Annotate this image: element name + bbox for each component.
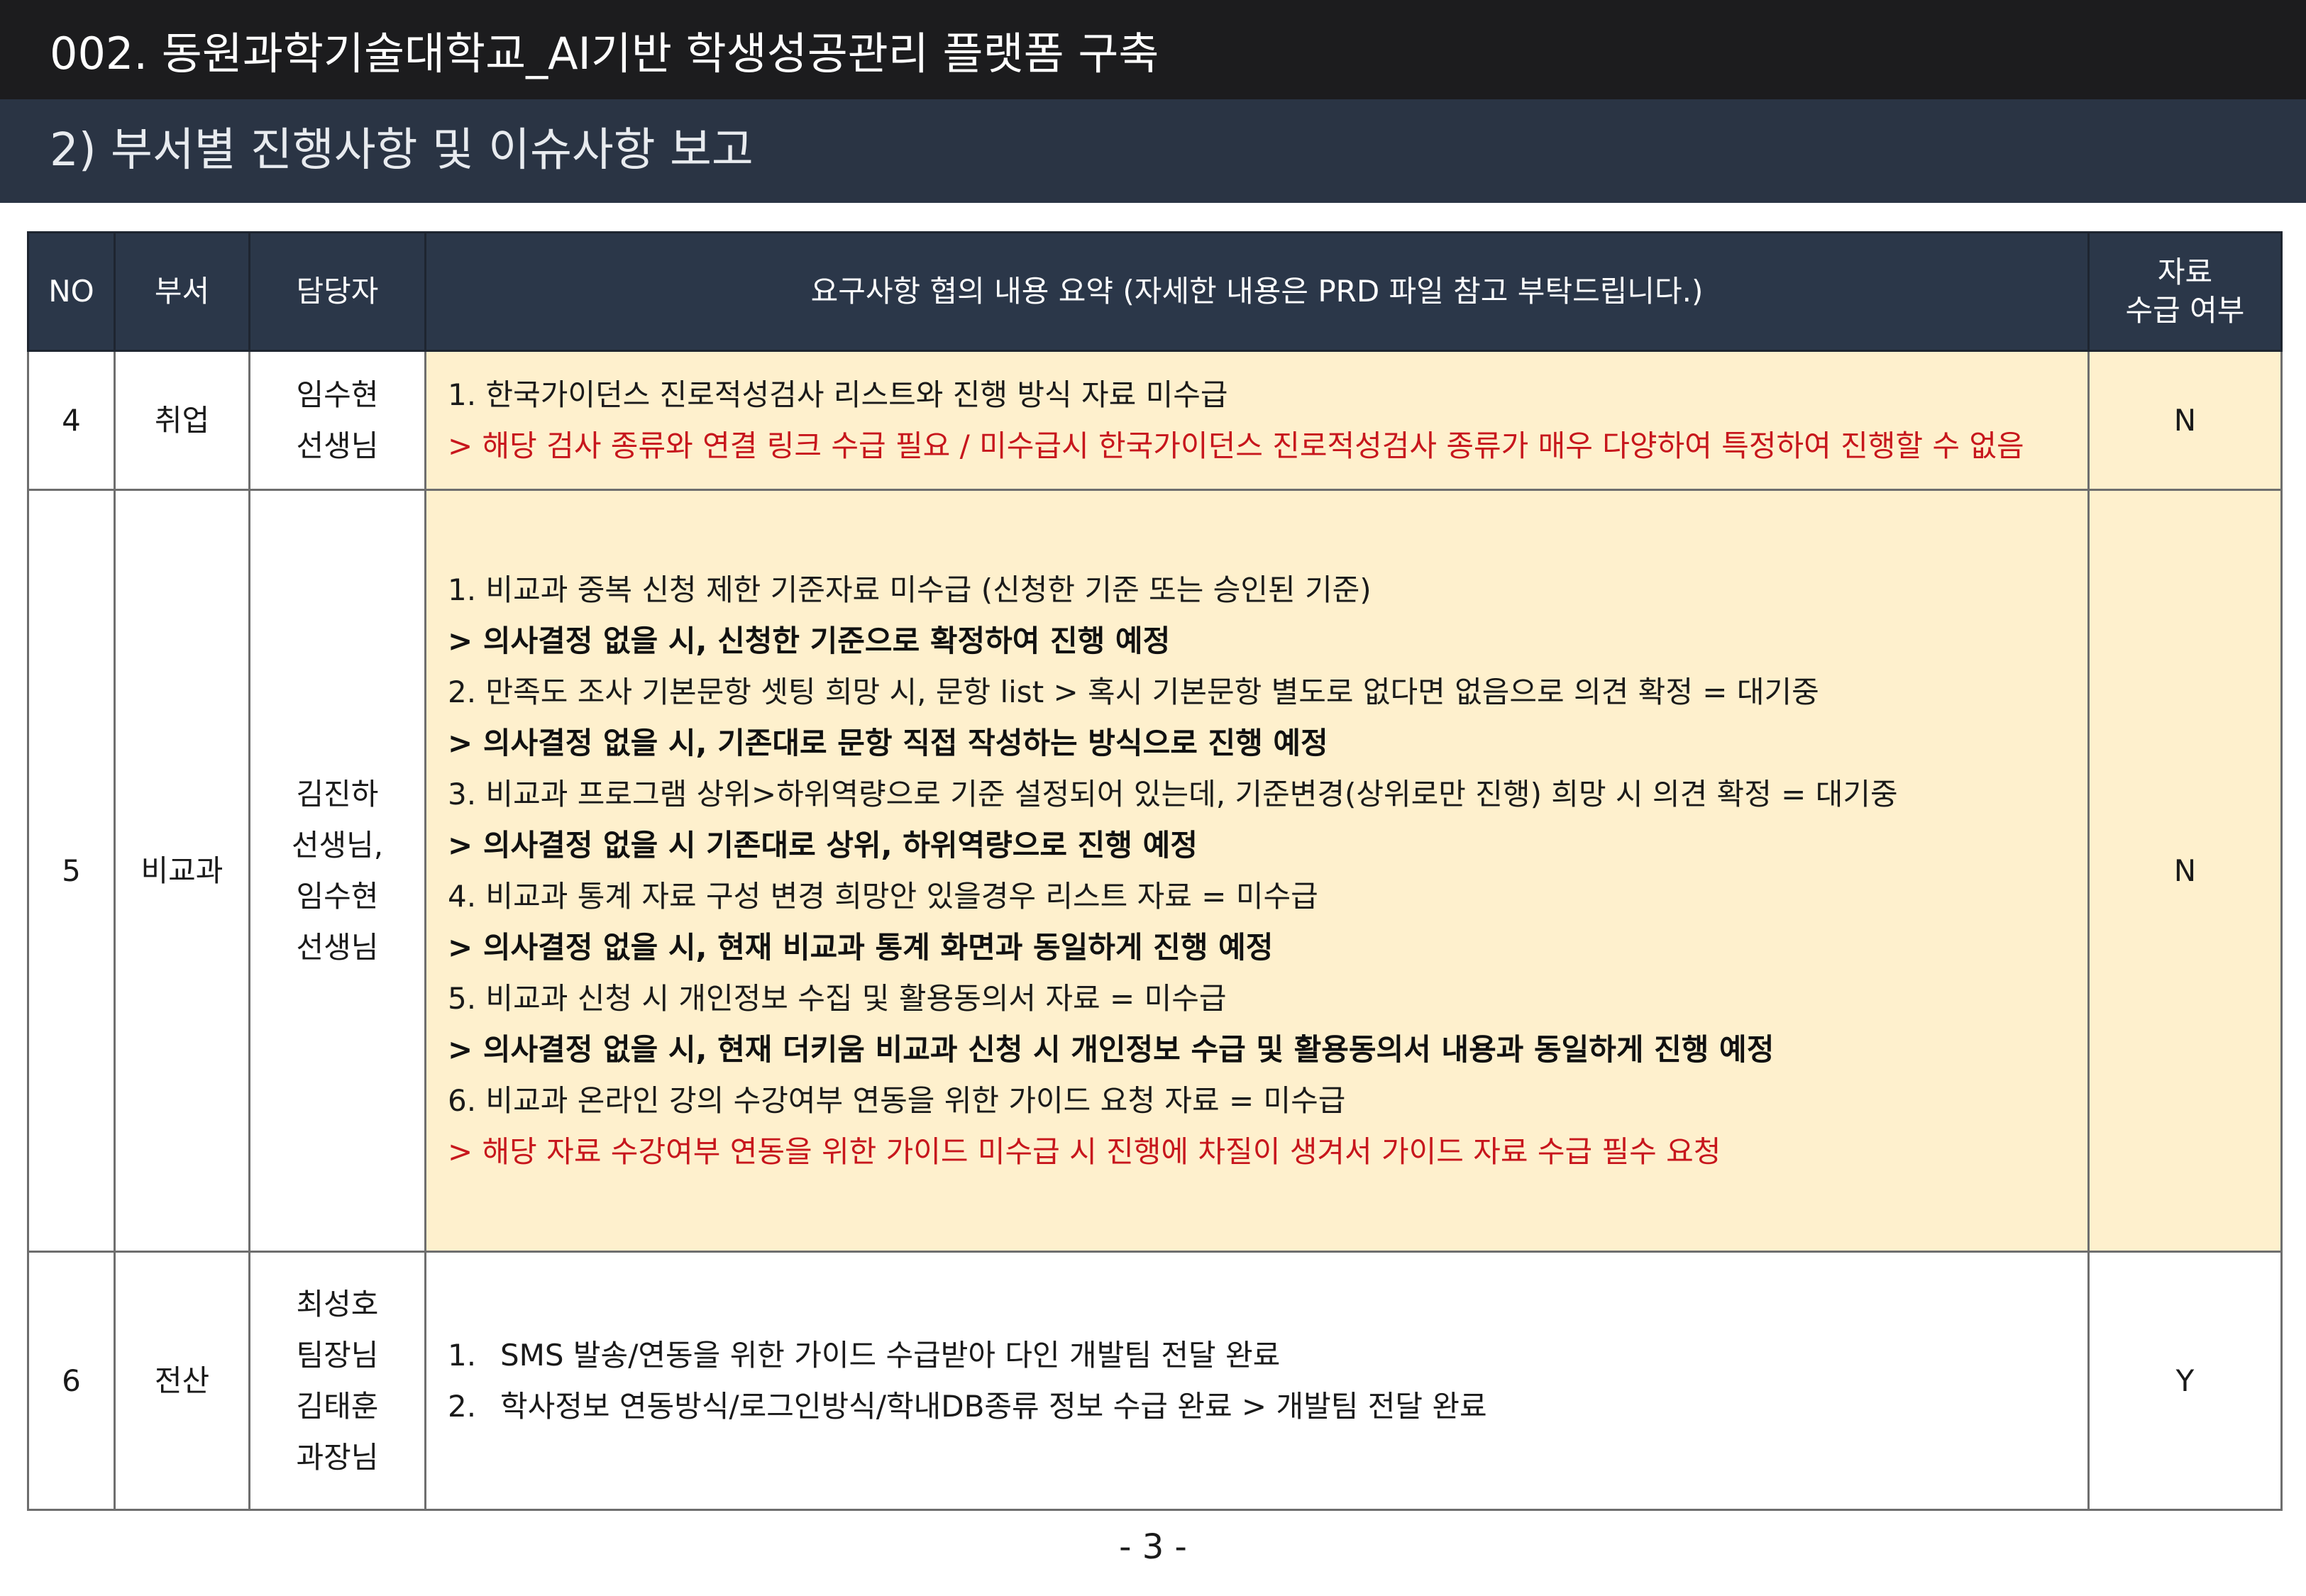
col-header-owner: 담당자 (248, 231, 426, 352)
row-status: N (2087, 350, 2283, 491)
summary-item: 2. 학사정보 연동방식/로그인방식/학내DB종류 정보 수급 완료 > 개발팀 … (448, 1381, 2066, 1432)
owner-title: 팀장님 (296, 1337, 379, 1373)
summary-item: 3. 비교과 프로그램 상위>하위역량으로 기준 설정되어 있는데, 기준변경(… (448, 776, 1898, 811)
col-header-summary: 요구사항 협의 내용 요약 (자세한 내용은 PRD 파일 참고 부탁드립니다.… (424, 231, 2090, 352)
summary-decision-note: > 의사결정 없을 시, 현재 비교과 통계 화면과 동일하게 진행 예정 (448, 929, 1274, 965)
page-title: 002. 동원과학기술대학교_AI기반 학생성공관리 플랫폼 구축 (50, 28, 1159, 79)
owner-name: 임수현 (296, 878, 379, 914)
col-header-status-line2: 수급 여부 (2125, 293, 2245, 328)
row-status: Y (2087, 1251, 2283, 1511)
item-text: 학사정보 연동방식/로그인방식/학내DB종류 정보 수급 완료 > 개발팀 전달… (500, 1388, 1487, 1424)
row-owner: 최성호 팀장님 김태훈 과장님 (248, 1251, 426, 1511)
col-header-status: 자료 수급 여부 (2087, 231, 2283, 352)
row-summary: 1. SMS 발송/연동을 위한 가이드 수급받아 다인 개발팀 전달 완료 2.… (424, 1251, 2090, 1511)
item-number: 1. (448, 1337, 477, 1373)
row-department: 취업 (114, 350, 250, 491)
row-status: N (2087, 489, 2283, 1253)
col-header-department: 부서 (114, 231, 250, 352)
summary-item: 1. SMS 발송/연동을 위한 가이드 수급받아 다인 개발팀 전달 완료 (448, 1330, 2066, 1381)
summary-item: 1. 비교과 중복 신청 제한 기준자료 미수급 (신청한 기준 또는 승인된 … (448, 572, 1372, 607)
col-header-status-line1: 자료 (2157, 255, 2213, 289)
summary-decision-note: > 의사결정 없을 시, 현재 더키움 비교과 신청 시 개인정보 수급 및 활… (448, 1031, 1775, 1067)
col-header-no: NO (27, 231, 116, 352)
summary-alert-note: > 해당 검사 종류와 연결 링크 수급 필요 / 미수급시 한국가이던스 진로… (448, 428, 2024, 463)
row-department: 전산 (114, 1251, 250, 1511)
title-bar: 002. 동원과학기술대학교_AI기반 학생성공관리 플랫폼 구축 (0, 0, 2306, 99)
row-no: 5 (27, 489, 116, 1253)
summary-decision-note: > 의사결정 없을 시, 신청한 기준으로 확정하여 진행 예정 (448, 623, 1171, 658)
owner-name: 김태훈 (296, 1388, 379, 1424)
row-owner: 임수현 선생님 (248, 350, 426, 491)
summary-item: 1. 한국가이던스 진로적성검사 리스트와 진행 방식 자료 미수급 (448, 377, 1228, 412)
owner-name: 최성호 (296, 1286, 379, 1321)
table-row: 4 취업 임수현 선생님 1. 한국가이던스 진로적성검사 리스트와 진행 방식… (27, 350, 2283, 491)
owner-title: 선생님 (296, 929, 379, 965)
row-department: 비교과 (114, 489, 250, 1253)
row-owner: 김진하 선생님, 임수현 선생님 (248, 489, 426, 1253)
summary-item: 6. 비교과 온라인 강의 수강여부 연동을 위한 가이드 요청 자료 = 미수… (448, 1082, 1346, 1118)
owner-name: 임수현 (296, 377, 379, 412)
item-number: 2. (448, 1388, 477, 1424)
progress-report-table: NO 부서 담당자 요구사항 협의 내용 요약 (자세한 내용은 PRD 파일 … (27, 231, 2283, 1511)
page-number: - 3 - (1119, 1527, 1187, 1567)
table-row: 6 전산 최성호 팀장님 김태훈 과장님 1. SMS 발송/연동을 위한 가이드… (27, 1251, 2283, 1511)
summary-item: 5. 비교과 신청 시 개인정보 수집 및 활용동의서 자료 = 미수급 (448, 980, 1227, 1016)
table-row: 5 비교과 김진하 선생님, 임수현 선생님 1. 비교과 중복 신청 제한 기… (27, 489, 2283, 1253)
row-no: 4 (27, 350, 116, 491)
subtitle-bar: 2) 부서별 진행사항 및 이슈사항 보고 (0, 99, 2306, 203)
item-text: SMS 발송/연동을 위한 가이드 수급받아 다인 개발팀 전달 완료 (500, 1337, 1281, 1373)
section-subtitle: 2) 부서별 진행사항 및 이슈사항 보고 (50, 124, 754, 177)
row-summary: 1. 한국가이던스 진로적성검사 리스트와 진행 방식 자료 미수급 > 해당 … (424, 350, 2090, 491)
summary-item: 2. 만족도 조사 기본문항 셋팅 희망 시, 문항 list > 혹시 기본문… (448, 674, 1819, 709)
owner-name: 김진하 (296, 776, 379, 811)
table-header-row: NO 부서 담당자 요구사항 협의 내용 요약 (자세한 내용은 PRD 파일 … (27, 231, 2283, 352)
owner-title: 과장님 (296, 1439, 379, 1475)
row-no: 6 (27, 1251, 116, 1511)
summary-decision-note: > 의사결정 없을 시, 기존대로 문항 직접 작성하는 방식으로 진행 예정 (448, 725, 1328, 760)
summary-item: 4. 비교과 통계 자료 구성 변경 희망안 있을경우 리스트 자료 = 미수급 (448, 878, 1318, 914)
summary-alert-note: > 해당 자료 수강여부 연동을 위한 가이드 미수급 시 진행에 차질이 생겨… (448, 1134, 1721, 1169)
owner-title: 선생님 (296, 428, 379, 463)
row-summary: 1. 비교과 중복 신청 제한 기준자료 미수급 (신청한 기준 또는 승인된 … (424, 489, 2090, 1253)
owner-title: 선생님, (291, 827, 384, 863)
summary-decision-note: > 의사결정 없을 시 기존대로 상위, 하위역량으로 진행 예정 (448, 827, 1198, 863)
